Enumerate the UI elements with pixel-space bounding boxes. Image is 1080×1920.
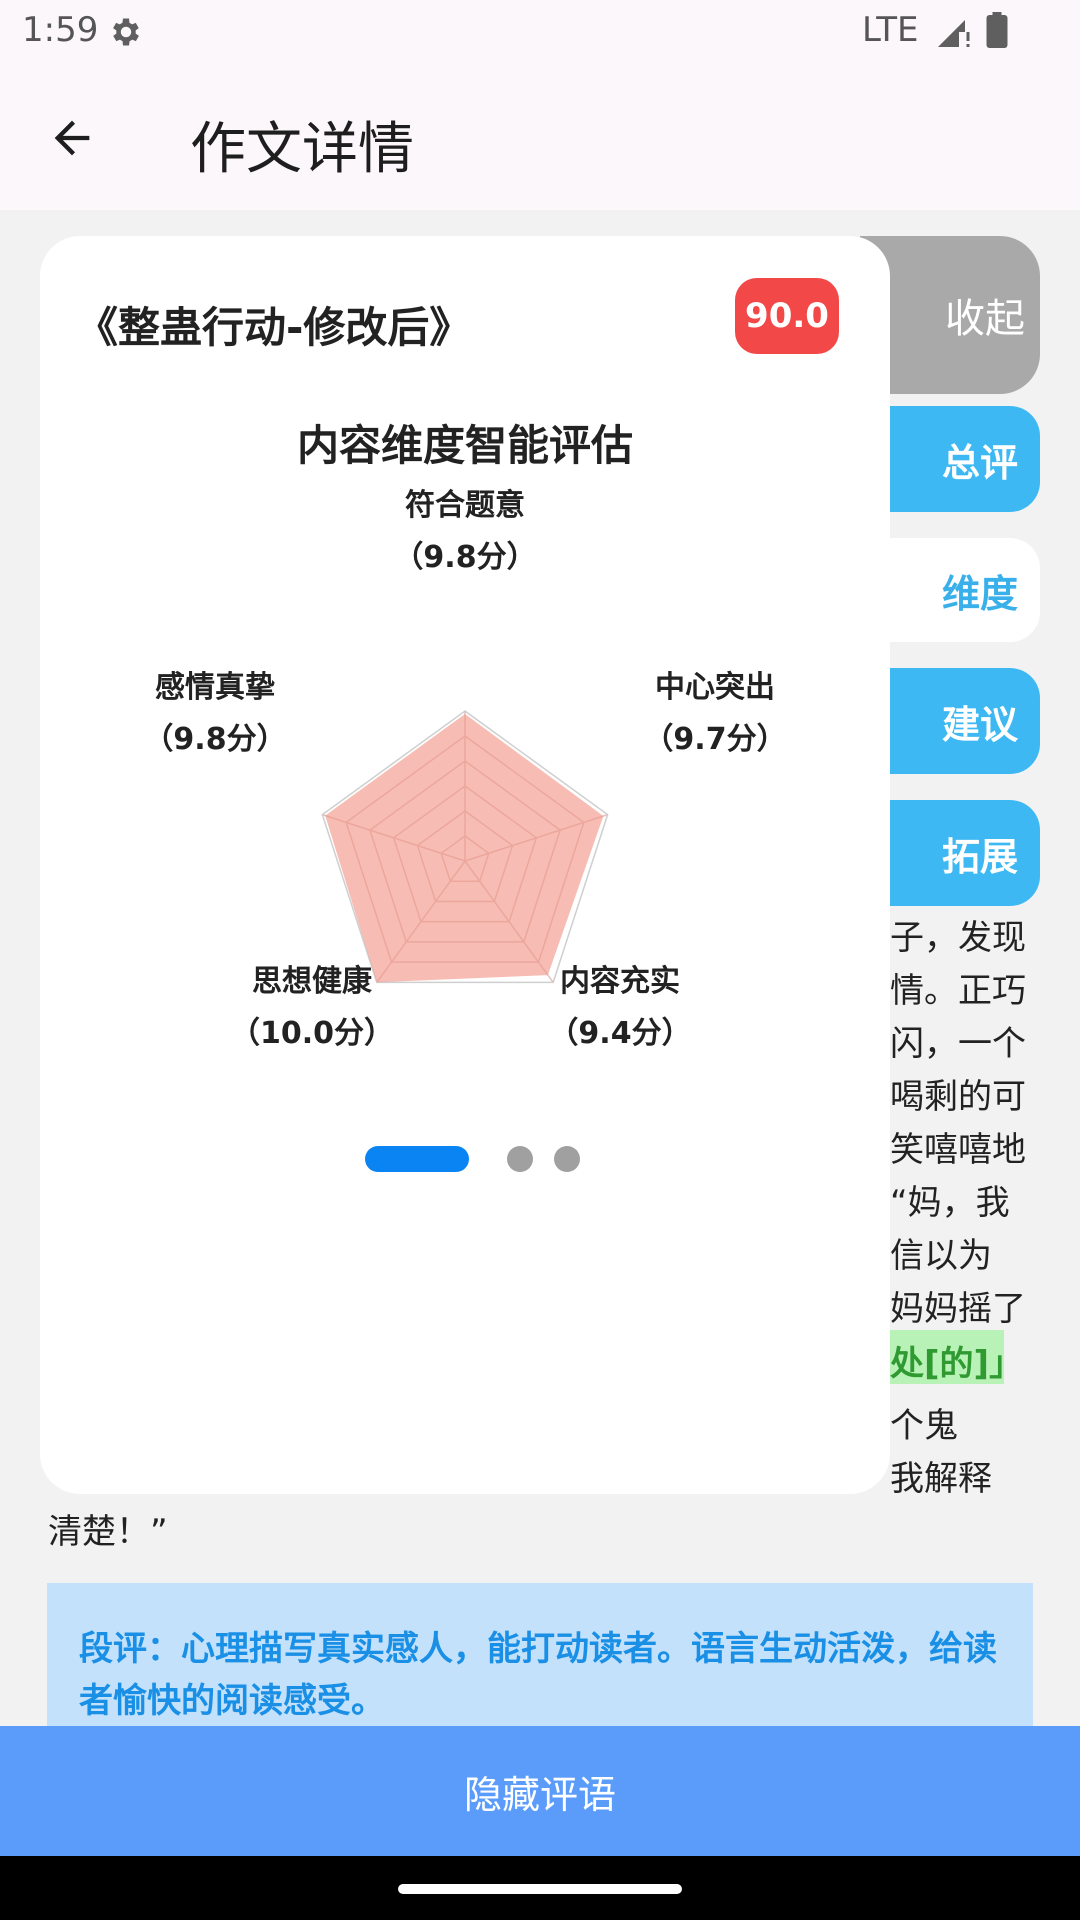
dimension-score: （9.4分） bbox=[548, 1016, 692, 1051]
dimension-label-relevance: 符合题意 （9.8分） bbox=[345, 480, 585, 584]
dimension-name: 中心突出 bbox=[655, 670, 775, 705]
dimension-name: 符合题意 bbox=[405, 488, 525, 523]
dimension-score: （9.7分） bbox=[643, 722, 787, 757]
essay-line: 闪，一个 bbox=[890, 1024, 1026, 1064]
essay-line: 妈妈摇了 bbox=[890, 1289, 1026, 1329]
essay-line: “妈，我 bbox=[890, 1183, 1010, 1223]
dimension-score: （9.8分） bbox=[393, 540, 537, 575]
dimension-score: （10.0分） bbox=[229, 1016, 395, 1051]
essay-line: 信以为 bbox=[890, 1236, 992, 1276]
dimension-name: 感情真挚 bbox=[155, 670, 275, 705]
essay-line: 子，发现 bbox=[890, 918, 1026, 958]
paragraph-comment-text: 段评：心理描写真实感人，能打动读者。语言生动活泼，给读者愉快的阅读感受。 bbox=[79, 1629, 997, 1721]
page-indicator bbox=[40, 1144, 890, 1174]
paragraph-comment: 段评：心理描写真实感人，能打动读者。语言生动活泼，给读者愉快的阅读感受。 bbox=[47, 1583, 1033, 1728]
essay-line: 清楚！” bbox=[48, 1512, 168, 1552]
hide-comments-button[interactable]: 隐藏评语 bbox=[0, 1726, 1080, 1856]
system-nav-bar bbox=[0, 1856, 1080, 1920]
dimension-label-ideology: 思想健康 （10.0分） bbox=[192, 956, 432, 1060]
score-badge: 90.0 bbox=[735, 278, 839, 354]
dimension-label-focus: 中心突出 （9.7分） bbox=[595, 662, 835, 766]
home-handle[interactable] bbox=[398, 1884, 682, 1894]
card-heading: 内容维度智能评估 bbox=[296, 421, 633, 470]
dimension-name: 思想健康 bbox=[252, 964, 372, 999]
evaluation-card: 《整蛊行动-修改后》 90.0 内容维度智能评估 符合题意 （9.8分） 中心突… bbox=[40, 236, 890, 1494]
essay-line: 我解释 bbox=[890, 1459, 992, 1499]
essay-line: 喝剩的可 bbox=[890, 1077, 1026, 1117]
dimension-label-substance: 内容充实 （9.4分） bbox=[500, 956, 740, 1060]
page-dot[interactable] bbox=[507, 1146, 533, 1172]
error-highlight-text: 处[的]」 bbox=[890, 1344, 1024, 1384]
radar-area bbox=[325, 714, 604, 983]
essay-title: 《整蛊行动-修改后》 bbox=[76, 303, 472, 352]
page-dot[interactable] bbox=[554, 1146, 580, 1172]
essay-line: 个鬼 bbox=[890, 1406, 958, 1446]
dimension-label-emotion: 感情真挚 （9.8分） bbox=[95, 662, 335, 766]
essay-line: 笑嘻嘻地 bbox=[890, 1130, 1026, 1170]
dimension-score: （9.8分） bbox=[143, 722, 287, 757]
essay-line: 情。正巧 bbox=[890, 971, 1026, 1011]
dimension-name: 内容充实 bbox=[560, 964, 680, 999]
page-dot-active[interactable] bbox=[365, 1146, 469, 1172]
